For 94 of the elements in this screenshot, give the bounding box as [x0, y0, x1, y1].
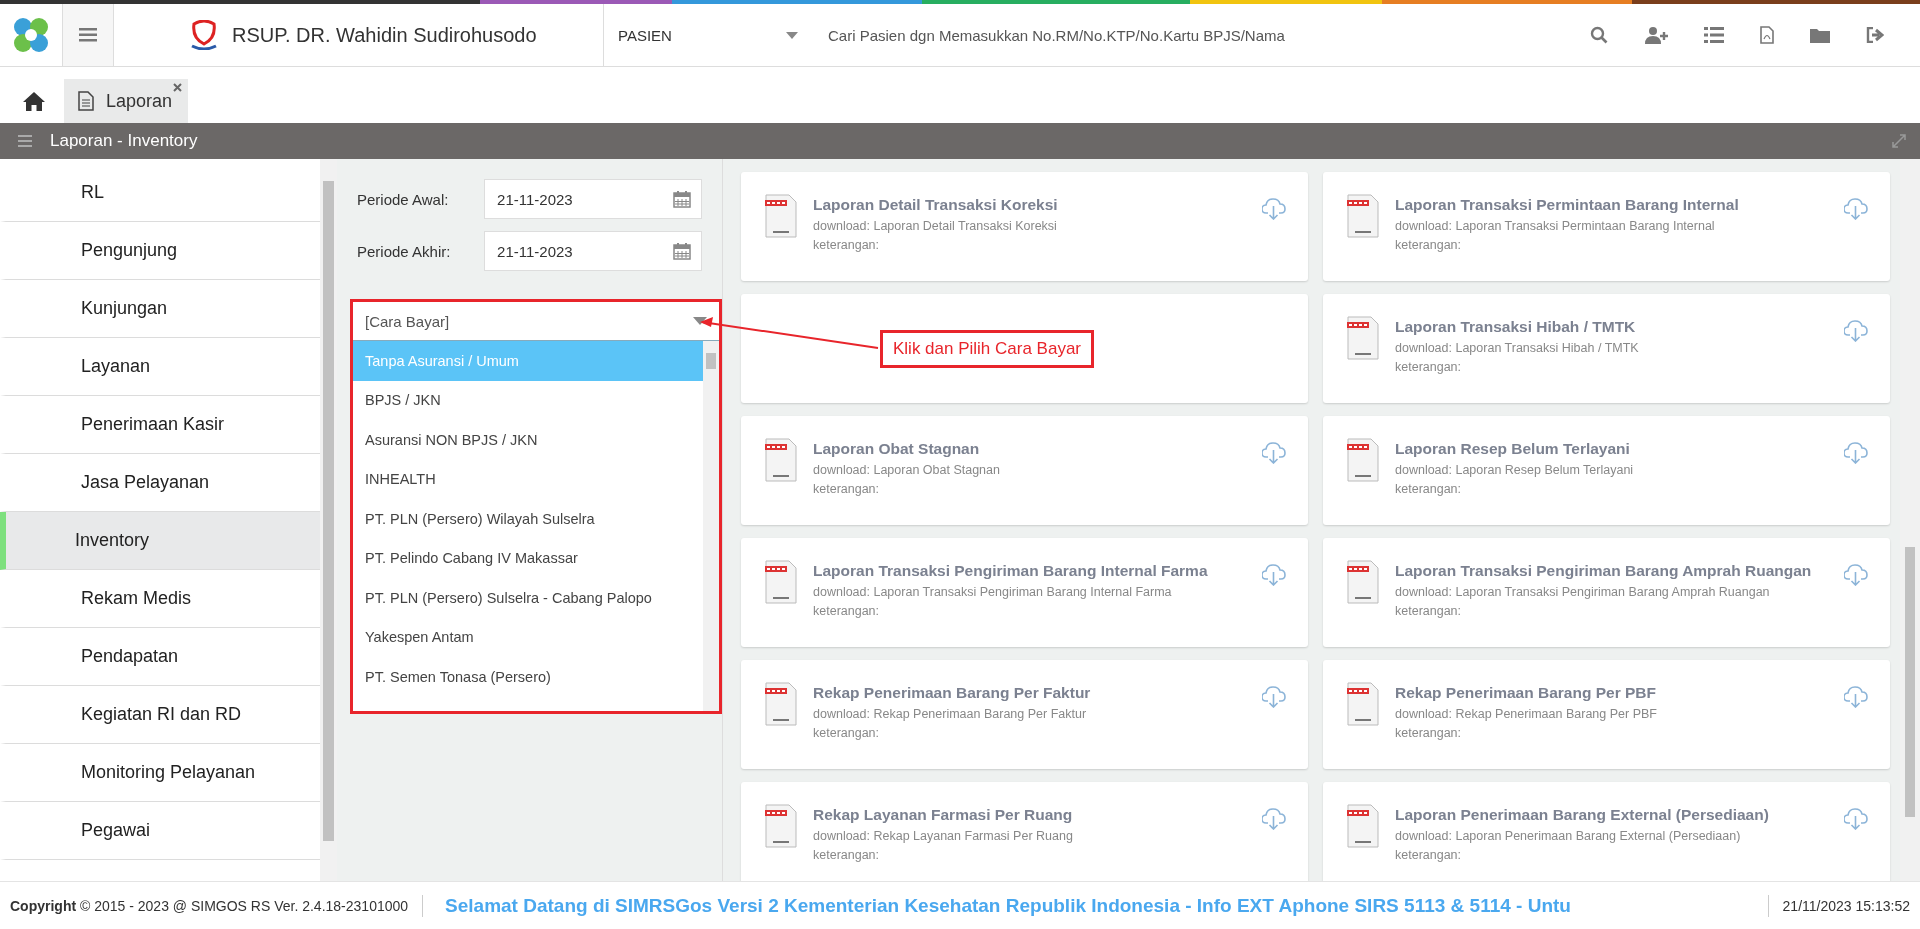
- file-icon: [765, 560, 797, 604]
- download-text: download: Laporan Transaksi Permintaan Barang Internal: [1395, 219, 1716, 233]
- report-title[interactable]: Rekap Penerimaan Barang Per Faktur: [813, 684, 1246, 702]
- copyright-text: Copyright © 2015 - 2023 @ SIMGOS RS Ver. 2.4.18-23101000: [10, 897, 409, 914]
- date-time: 21/11/2023 15:13:52: [1782, 897, 1911, 914]
- dropdown-option[interactable]: PT. Pelindo Cabang IV Makassar: [353, 538, 703, 578]
- file-icon: [765, 804, 797, 848]
- report-title[interactable]: Laporan Obat Stagnan: [813, 440, 1246, 458]
- document-icon: [78, 91, 94, 111]
- hospital-logo-icon: [190, 20, 218, 50]
- download-text: download: Rekap Penerimaan Barang Per Faktur: [813, 707, 1088, 721]
- calendar-icon: [673, 242, 691, 260]
- download-text: download: Laporan Detail Transaksi Koreksi: [813, 219, 1058, 233]
- cloud-download-icon[interactable]: [1262, 198, 1286, 220]
- note-text: keterangan:: [813, 604, 881, 618]
- download-text: download: Laporan Penerimaan Barang External (Persediaan): [1395, 829, 1742, 843]
- download-text: download: Rekap Layanan Farmasi Per Ruang: [813, 829, 1074, 843]
- cloud-download-icon[interactable]: [1844, 442, 1868, 464]
- cloud-download-icon[interactable]: [1262, 808, 1286, 830]
- menu-icon[interactable]: [18, 135, 32, 147]
- download-text: download: Laporan Transaksi Pengiriman Barang Amprah Ruangan: [1395, 585, 1771, 599]
- menu-icon[interactable]: [63, 4, 114, 66]
- download-text: download: Laporan Resep Belum Terlayani: [1395, 463, 1635, 477]
- date-field[interactable]: 21-11-2023: [484, 231, 702, 271]
- report-title[interactable]: Laporan Detail Transaksi Koreksi: [813, 196, 1246, 214]
- payment-method-dropdown[interactable]: [Cara Bayar]: [353, 302, 719, 341]
- note-text: keterangan:: [813, 482, 881, 496]
- report-title[interactable]: Laporan Transaksi Pengiriman Barang Amprah Ruangan: [1395, 562, 1828, 580]
- cloud-download-icon[interactable]: [1844, 564, 1868, 586]
- pdf-file-icon[interactable]: [1760, 26, 1774, 44]
- expand-icon[interactable]: [1892, 134, 1906, 148]
- marquee-text: Selamat Datang di SIMRSGos Versi 2 Kementerian Kesehatan Republik Indonesia - Info EXT Aphone SIRS 5113 & 5114 - Untu: [445, 894, 1572, 917]
- report-tab[interactable]: Laporan: [64, 79, 189, 123]
- sidebar-item[interactable]: Inventory: [0, 512, 320, 570]
- report-title[interactable]: Laporan Transaksi Hibah / TMTK: [1395, 318, 1828, 336]
- download-text: download: Laporan Transaksi Pengiriman Barang Internal Farma: [813, 585, 1173, 599]
- report-title[interactable]: Laporan Penerimaan Barang External (Persediaan): [1395, 806, 1828, 824]
- report-title[interactable]: Laporan Transaksi Pengiriman Barang Internal Farma: [813, 562, 1246, 580]
- sign-out-icon[interactable]: [1866, 27, 1884, 43]
- file-icon: [1347, 194, 1379, 238]
- hospital-name: RSUP. DR. Wahidin Sudirohusodo: [232, 23, 537, 47]
- field-label: Periode Akhir:: [357, 242, 452, 260]
- file-icon: [765, 438, 797, 482]
- report-title[interactable]: Rekap Penerimaan Barang Per PBF: [1395, 684, 1828, 702]
- note-text: keterangan:: [1395, 604, 1463, 618]
- calendar-icon: [673, 190, 691, 208]
- report-title[interactable]: Rekap Layanan Farmasi Per Ruang: [813, 806, 1246, 824]
- report-title[interactable]: Laporan Transaksi Permintaan Barang Internal: [1395, 196, 1828, 214]
- note-text: keterangan:: [813, 238, 881, 252]
- report-title[interactable]: Laporan Resep Belum Terlayani: [1395, 440, 1828, 458]
- download-text: download: Rekap Penerimaan Barang Per PBF: [1395, 707, 1658, 721]
- file-icon: [765, 682, 797, 726]
- file-icon: [1347, 804, 1379, 848]
- dropdown-option[interactable]: INHEALTH: [353, 459, 703, 499]
- file-icon: [1347, 560, 1379, 604]
- note-text: keterangan:: [813, 726, 881, 740]
- cloud-download-icon[interactable]: [1844, 808, 1868, 830]
- date-field[interactable]: 21-11-2023: [484, 179, 702, 219]
- scrollbar[interactable]: [703, 341, 719, 711]
- note-text: keterangan:: [1395, 482, 1463, 496]
- list-icon[interactable]: [1704, 27, 1724, 43]
- annotation-label: Klik dan Pilih Cara Bayar: [880, 330, 1095, 368]
- cloud-download-icon[interactable]: [1844, 320, 1868, 342]
- cloud-download-icon[interactable]: [1844, 198, 1868, 220]
- caret-icon: [786, 31, 798, 39]
- close-icon[interactable]: [173, 83, 183, 92]
- field-label: Periode Awal:: [357, 190, 450, 208]
- dropdown-option[interactable]: BPJS / JKN: [353, 380, 703, 420]
- note-text: keterangan:: [1395, 360, 1463, 374]
- caret-icon: [693, 317, 707, 325]
- dropdown-option[interactable]: PT. PLN (Persero) Wilayah Sulselra: [353, 499, 703, 539]
- module-dropdown[interactable]: PASIEN: [604, 4, 818, 66]
- file-icon: [1347, 316, 1379, 360]
- file-icon: [765, 194, 797, 238]
- note-text: keterangan:: [1395, 848, 1463, 862]
- cloud-download-icon[interactable]: [1262, 686, 1286, 708]
- add-user-icon[interactable]: [1644, 26, 1668, 44]
- cloud-download-icon[interactable]: [1844, 686, 1868, 708]
- dropdown-option[interactable]: PT. PLN (Persero) Sulselra - Cabang Palopo: [353, 578, 703, 618]
- file-icon: [1347, 682, 1379, 726]
- download-text: download: Laporan Transaksi Hibah / TMTK: [1395, 341, 1640, 355]
- note-text: keterangan:: [1395, 726, 1463, 740]
- search-icon[interactable]: [1590, 26, 1608, 44]
- folder-icon[interactable]: [1810, 27, 1830, 43]
- cloud-download-icon[interactable]: [1262, 442, 1286, 464]
- note-text: keterangan:: [813, 848, 881, 862]
- note-text: keterangan:: [1395, 238, 1463, 252]
- download-text: download: Laporan Obat Stagnan: [813, 463, 1001, 477]
- panel-title: Laporan - Inventory: [50, 131, 199, 151]
- dropdown-option[interactable]: PT. Semen Tonasa (Persero): [353, 657, 703, 697]
- dropdown-option[interactable]: Asuransi NON BPJS / JKN: [353, 420, 703, 460]
- file-icon: [1347, 438, 1379, 482]
- dropdown-option[interactable]: Yakespen Antam: [353, 617, 703, 657]
- cloud-download-icon[interactable]: [1262, 564, 1286, 586]
